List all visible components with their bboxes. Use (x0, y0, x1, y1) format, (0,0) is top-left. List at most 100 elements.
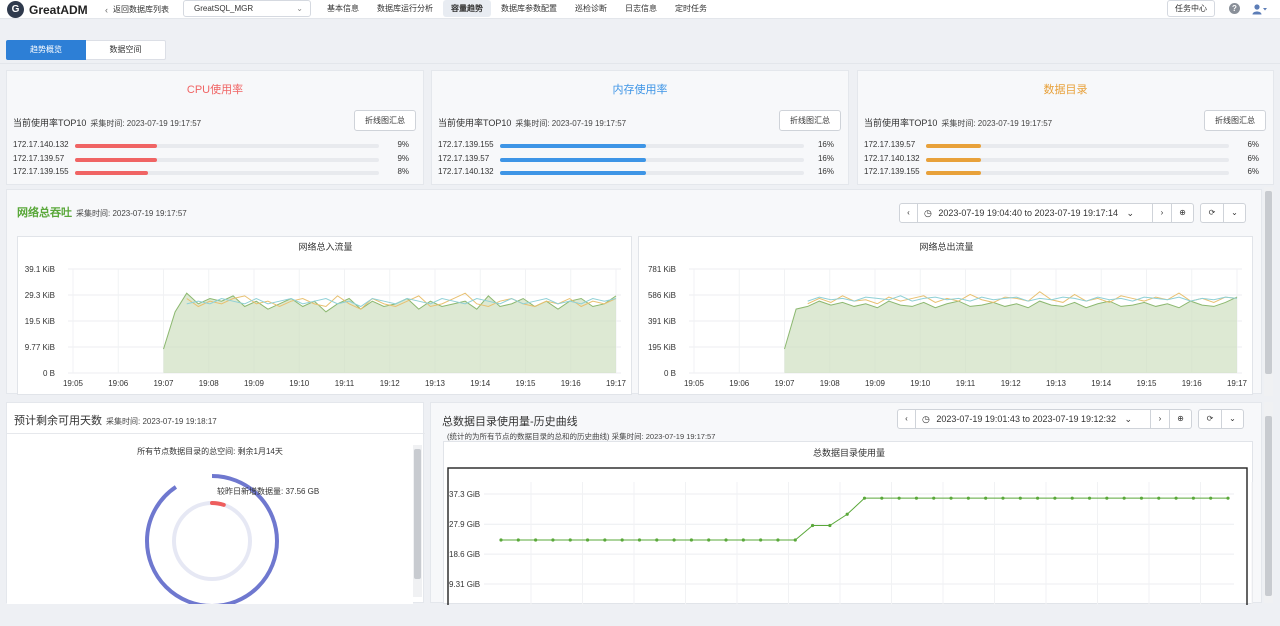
x-tick-label: 19:08 (199, 379, 220, 388)
next-range-button[interactable]: › (1153, 203, 1172, 223)
network-timestamp: 采集时间: 2023-07-19 19:17:57 (76, 209, 187, 218)
y-tick-label: 37.3 GiB (449, 490, 480, 499)
data-point (810, 523, 815, 528)
usage-bar-track (500, 157, 804, 162)
x-tick-label: 19:15 (515, 379, 536, 388)
new-data-label: 较昨日新增数据量: 37.56 GB (217, 487, 320, 496)
time-range-picker[interactable]: ◷ 2023-07-19 19:01:43 to 2023-07-19 19:1… (916, 409, 1151, 429)
data-point (551, 538, 555, 542)
usage-bar-track (926, 157, 1229, 162)
zoom-out-icon[interactable]: ⊕ (1172, 203, 1194, 223)
nav-item-4[interactable]: 巡检诊断 (567, 0, 615, 17)
x-tick-label: 19:10 (289, 379, 310, 388)
data-dir-usage-chart: 总数据目录使用量 9.31 GiB 18.6 GiB 27.9 GiB 37.3 GiB (443, 441, 1253, 605)
outbound-traffic-chart: 网络总出流量 0 B 195 KiB 391 KiB 586 KiB 781 KiB 19:… (638, 236, 1253, 395)
tab-trend-overview[interactable]: 趋势概览 (6, 40, 86, 60)
help-icon[interactable]: ? (1229, 3, 1240, 14)
usage-bar-track (500, 171, 804, 175)
x-tick-label: 19:14 (470, 379, 491, 388)
history-scrollbar-thumb[interactable] (1265, 416, 1272, 596)
line-chart-summary-button[interactable]: 折线图汇总 (779, 110, 841, 131)
data-point (637, 538, 642, 542)
chevron-left-icon: ‹ (105, 4, 108, 15)
refresh-interval-dropdown[interactable]: ⌄ (1222, 409, 1244, 429)
time-range-text: 2023-07-19 19:04:40 to 2023-07-19 19:17:… (938, 208, 1119, 218)
usage-percent: 9% (397, 153, 409, 163)
nav-item-6[interactable]: 定时任务 (667, 0, 715, 17)
usage-bar-track (926, 144, 1229, 148)
top10-label: 当前使用率TOP10 (864, 118, 938, 128)
nav-item-3[interactable]: 数据库参数配置 (493, 0, 565, 17)
host-ip: 172.17.139.57 (13, 153, 65, 163)
usage-bar-track (75, 144, 379, 148)
history-scrollbar[interactable] (1264, 402, 1273, 603)
panel-scrollbar-thumb[interactable] (414, 449, 421, 579)
prev-range-button[interactable]: ‹ (897, 409, 916, 429)
refresh-icon[interactable]: ⟳ (1198, 409, 1222, 429)
nav-item-5[interactable]: 日志信息 (617, 0, 665, 17)
zoom-out-icon[interactable]: ⊕ (1170, 409, 1192, 429)
usage-row: 172.17.139.155 8% (13, 167, 409, 181)
usage-row: 172.17.139.155 6% (864, 167, 1259, 181)
app-logo[interactable]: G GreatADM (7, 1, 88, 18)
usage-row: 172.17.140.132 16% (438, 167, 834, 181)
usage-percent: 16% (817, 153, 834, 163)
top10-label: 当前使用率TOP10 (13, 118, 87, 128)
data-point (984, 496, 988, 500)
data-point (1087, 496, 1092, 500)
nav-item-1[interactable]: 数据库运行分析 (369, 0, 441, 17)
next-range-button[interactable]: › (1151, 409, 1170, 429)
refresh-interval-dropdown[interactable]: ⌄ (1224, 203, 1246, 223)
host-ip: 172.17.139.155 (438, 140, 494, 149)
page-scrollbar[interactable] (1264, 187, 1273, 396)
usage-bar-track (926, 171, 1229, 175)
scrollbar-thumb[interactable] (1265, 191, 1272, 374)
data-point (966, 496, 970, 500)
network-title: 网络总吞吐 (17, 207, 72, 219)
line-chart-summary-button[interactable]: 折线图汇总 (354, 110, 416, 131)
card-subtitle: 当前使用率TOP10 采集时间: 2023-07-19 19:17:57 (13, 116, 201, 129)
usage-bar-fill (926, 157, 981, 162)
chevron-down-icon: ⌄ (1126, 208, 1135, 218)
data-point (741, 538, 745, 542)
nav-item-2[interactable]: 容量趋势 (443, 0, 491, 17)
data-point (534, 538, 538, 542)
top10-label: 当前使用率TOP10 (438, 118, 512, 128)
back-to-db-list-link[interactable]: ‹ 返回数据库列表 (105, 4, 169, 15)
time-range-picker[interactable]: ◷ 2023-07-19 19:04:40 to 2023-07-19 19:1… (918, 203, 1153, 223)
network-throughput-panel: 网络总吞吐 采集时间: 2023-07-19 19:17:57 ‹ ◷ 2023… (6, 189, 1262, 395)
host-ip: 172.17.140.132 (864, 153, 920, 163)
usage-row: 172.17.139.57 9% (13, 154, 409, 168)
datadir-usage-card: 数据目录 当前使用率TOP10 采集时间: 2023-07-19 19:17:57… (857, 70, 1274, 185)
data-point (862, 496, 867, 500)
data-point (1105, 496, 1109, 500)
panel-scrollbar[interactable] (413, 445, 422, 597)
data-point (1157, 496, 1161, 500)
usage-bar-fill (500, 157, 646, 162)
line-chart-summary-button[interactable]: 折线图汇总 (1204, 110, 1266, 131)
y-tick-label: 586 KiB (648, 291, 676, 300)
x-tick-label: 19:07 (774, 379, 795, 388)
usage-row: 172.17.140.132 9% (13, 140, 409, 154)
remaining-timestamp: 采集时间: 2023-07-19 19:18:17 (106, 417, 217, 426)
card-title: 内存使用率 (612, 84, 668, 96)
x-tick-label: 19:07 (153, 379, 174, 388)
user-menu-icon[interactable] (1252, 3, 1268, 15)
task-center-button[interactable]: 任务中心 (1167, 0, 1215, 17)
usage-percent: 8% (397, 167, 409, 176)
usage-bar-track (75, 157, 379, 162)
y-tick-label: 0 B (43, 369, 55, 378)
clock-icon: ◷ (922, 414, 930, 424)
prev-range-button[interactable]: ‹ (899, 203, 918, 223)
series-line (501, 497, 1228, 541)
nav-item-0[interactable]: 基本信息 (319, 0, 367, 17)
logo-icon: G (7, 1, 24, 18)
refresh-icon[interactable]: ⟳ (1200, 203, 1224, 223)
card-timestamp: 采集时间: 2023-07-19 19:17:57 (941, 119, 1053, 128)
database-select[interactable]: GreatSQL_MGR ⌄ (183, 0, 311, 17)
tab-data-space[interactable]: 数据空间 (86, 40, 166, 60)
usage-row: 172.17.139.57 16% (438, 154, 834, 168)
data-point (932, 496, 936, 500)
card-title: 数据目录 (1043, 84, 1088, 96)
x-tick-label: 19:11 (956, 379, 976, 388)
